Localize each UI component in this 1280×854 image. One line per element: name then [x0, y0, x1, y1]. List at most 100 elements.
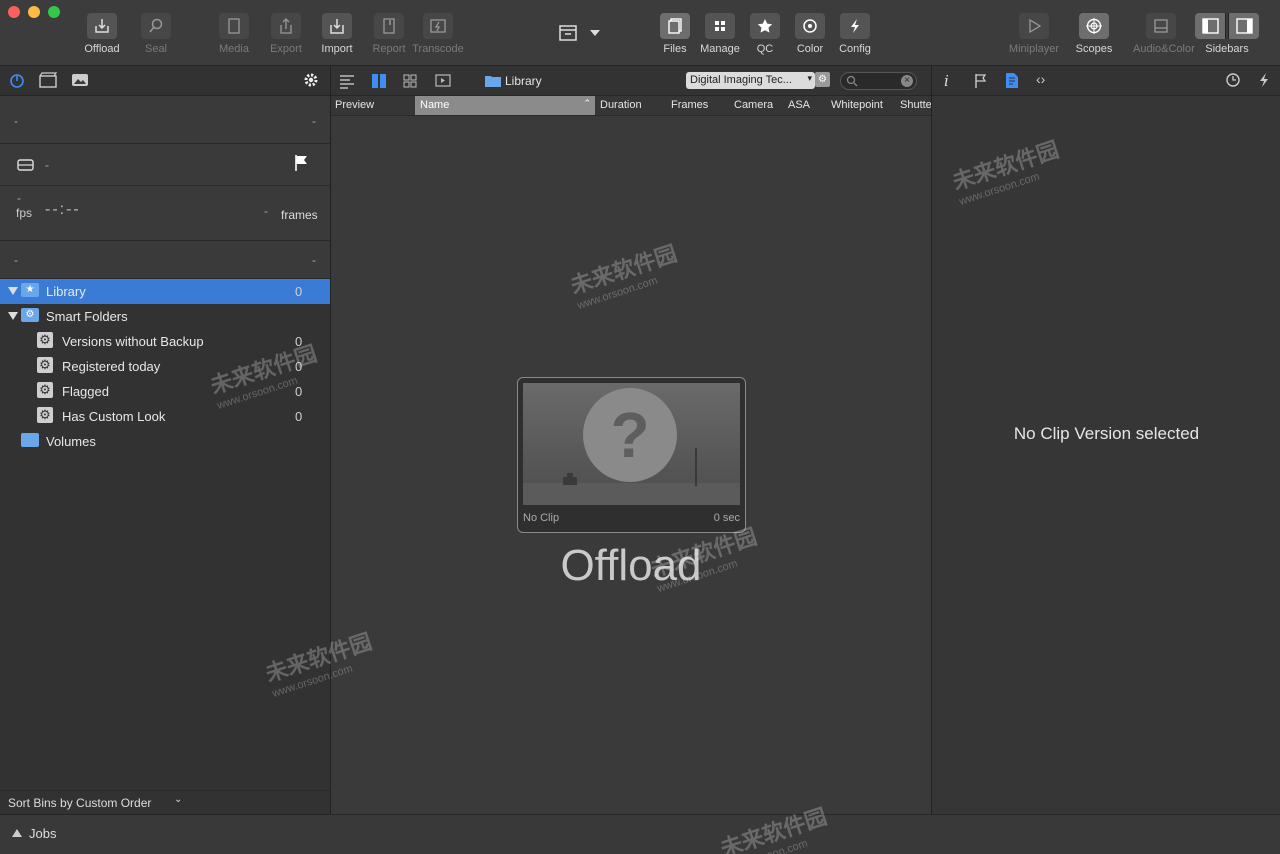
audio-color-button[interactable]: Audio&Color: [1133, 13, 1195, 61]
media-label: Media: [219, 43, 249, 55]
library-sidebar: - - - - fps --:-- - frames - - ★ Library…: [0, 66, 331, 814]
sort-bins-label: Sort Bins by Custom Order: [8, 796, 152, 810]
tree-item-flagged[interactable]: ⚙ Flagged 0: [0, 379, 330, 404]
main-toolbar: Offload Seal Media Export Import Report: [0, 0, 1280, 66]
info-dash: -: [312, 253, 316, 267]
lightning-icon[interactable]: [1257, 72, 1271, 91]
clear-search-icon[interactable]: ×: [901, 75, 913, 87]
transcode-button[interactable]: Transcode: [410, 13, 466, 61]
stopwatch-icon[interactable]: [9, 72, 25, 91]
info-icon[interactable]: i: [944, 72, 949, 90]
import-label: Import: [321, 43, 353, 55]
sort-bins-dropdown[interactable]: Sort Bins by Custom Order ⌄: [0, 790, 330, 814]
tree-item-label: Smart Folders: [46, 309, 128, 324]
frames-dash: -: [264, 204, 268, 218]
column-name[interactable]: Name ⌃: [415, 96, 595, 115]
report-icon: [374, 13, 404, 39]
tree-item-library[interactable]: ★ Library 0: [0, 279, 330, 304]
smart-folder-icon: ⚙: [21, 308, 39, 322]
disclosure-triangle-icon[interactable]: [8, 287, 18, 295]
column-header-row: Preview Name ⌃ Duration Frames Camera AS…: [331, 96, 931, 116]
export-button[interactable]: Export: [258, 13, 314, 61]
miniplayer-label: Miniplayer: [1008, 43, 1060, 55]
left-sidebar-icon: [1202, 18, 1219, 34]
no-clip-placeholder: ? No Clip 0 sec: [517, 377, 746, 533]
search-icon: [846, 75, 859, 90]
column-duration[interactable]: Duration: [600, 99, 642, 111]
fps-dash: -: [17, 191, 21, 205]
history-icon[interactable]: [1225, 72, 1241, 91]
breadcrumb[interactable]: Library: [505, 74, 542, 88]
bin-tree: ★ Library 0 ⚙ Smart Folders ⚙ Versions w…: [0, 279, 330, 479]
preset-gear-icon[interactable]: ⚙: [815, 72, 830, 87]
offload-button[interactable]: Offload: [74, 13, 130, 61]
flag-outline-icon[interactable]: [974, 73, 988, 92]
tree-item-label: Registered today: [62, 359, 161, 374]
info-dash: -: [14, 253, 18, 267]
tree-item-label: Has Custom Look: [62, 409, 166, 424]
scopes-button[interactable]: Scopes: [1066, 13, 1122, 61]
column-shutter[interactable]: Shutte: [900, 99, 931, 111]
tree-item-has-custom-look[interactable]: ⚙ Has Custom Look 0: [0, 404, 330, 429]
clip-browser: Library Digital Imaging Tec... ▾ ⚙ × Pre…: [331, 66, 931, 814]
import-button[interactable]: Import: [309, 13, 365, 61]
column-camera[interactable]: Camera: [734, 99, 773, 111]
timecode-info-block: - fps --:-- - frames: [0, 186, 330, 241]
config-button[interactable]: Config: [827, 13, 883, 61]
left-sidebar-toggle[interactable]: [1195, 13, 1226, 39]
empty-inspector-message: No Clip Version selected: [1013, 424, 1200, 443]
list-view-icon[interactable]: [339, 73, 355, 92]
tree-item-count: 0: [295, 284, 303, 299]
preset-select[interactable]: Digital Imaging Tec... ▾: [686, 72, 815, 89]
archive-dropdown[interactable]: [556, 22, 606, 44]
smart-bin-gear-icon: ⚙: [37, 357, 53, 373]
audio-color-label: Audio&Color: [1133, 43, 1195, 55]
settings-gear-icon[interactable]: [303, 72, 319, 91]
miniplayer-button[interactable]: Miniplayer: [1006, 13, 1062, 61]
files-icon: [660, 13, 690, 39]
tree-item-registered-today[interactable]: ⚙ Registered today 0: [0, 354, 330, 379]
report-button[interactable]: Report: [361, 13, 417, 61]
player-view-icon[interactable]: [435, 73, 451, 92]
inspector-tabs: i ‹›: [932, 66, 1280, 96]
volumes-folder-icon: [21, 433, 39, 447]
code-icon[interactable]: ‹›: [1036, 71, 1045, 87]
tree-item-versions-without-backup[interactable]: ⚙ Versions without Backup 0: [0, 329, 330, 354]
window-zoom-button[interactable]: [48, 6, 60, 18]
camera-roll-icon[interactable]: [71, 72, 89, 91]
seal-button[interactable]: Seal: [128, 13, 184, 61]
window-close-button[interactable]: [8, 6, 20, 18]
right-sidebar-toggle[interactable]: [1228, 13, 1259, 39]
jobs-bar[interactable]: Jobs: [0, 814, 1280, 854]
audio-color-icon: [1146, 13, 1176, 39]
file-info-icon[interactable]: [1005, 72, 1019, 92]
tree-item-label: Flagged: [62, 384, 109, 399]
window-minimize-button[interactable]: [28, 6, 40, 18]
column-asa[interactable]: ASA: [788, 99, 810, 111]
flag-icon[interactable]: [293, 154, 309, 175]
grid-view-icon[interactable]: [402, 73, 418, 92]
drive-icon: [17, 157, 34, 174]
column-preview[interactable]: Preview: [335, 99, 374, 111]
column-whitepoint[interactable]: Whitepoint: [831, 99, 883, 111]
clapperboard-icon[interactable]: [39, 72, 58, 91]
scopes-label: Scopes: [1075, 43, 1113, 55]
placeholder-duration: 0 sec: [713, 512, 740, 524]
media-button[interactable]: Media: [206, 13, 262, 61]
tree-item-count: 0: [295, 384, 303, 399]
sort-ascending-icon: ⌃: [583, 98, 591, 108]
column-frames[interactable]: Frames: [671, 99, 708, 111]
column-view-icon[interactable]: [371, 73, 387, 92]
smart-bin-gear-icon: ⚙: [37, 382, 53, 398]
search-input[interactable]: ×: [840, 72, 917, 90]
expand-triangle-icon[interactable]: [12, 829, 22, 837]
disclosure-triangle-icon[interactable]: [8, 312, 18, 320]
scopes-icon: [1079, 13, 1109, 39]
tree-item-smart-folders[interactable]: ⚙ Smart Folders: [0, 304, 330, 329]
question-mark-icon: ?: [583, 388, 677, 482]
info-dash: -: [14, 114, 18, 128]
placeholder-clip-name: No Clip: [523, 512, 560, 524]
tree-item-count: 0: [295, 334, 303, 349]
import-icon: [322, 13, 352, 39]
tree-item-volumes[interactable]: Volumes: [0, 429, 330, 454]
